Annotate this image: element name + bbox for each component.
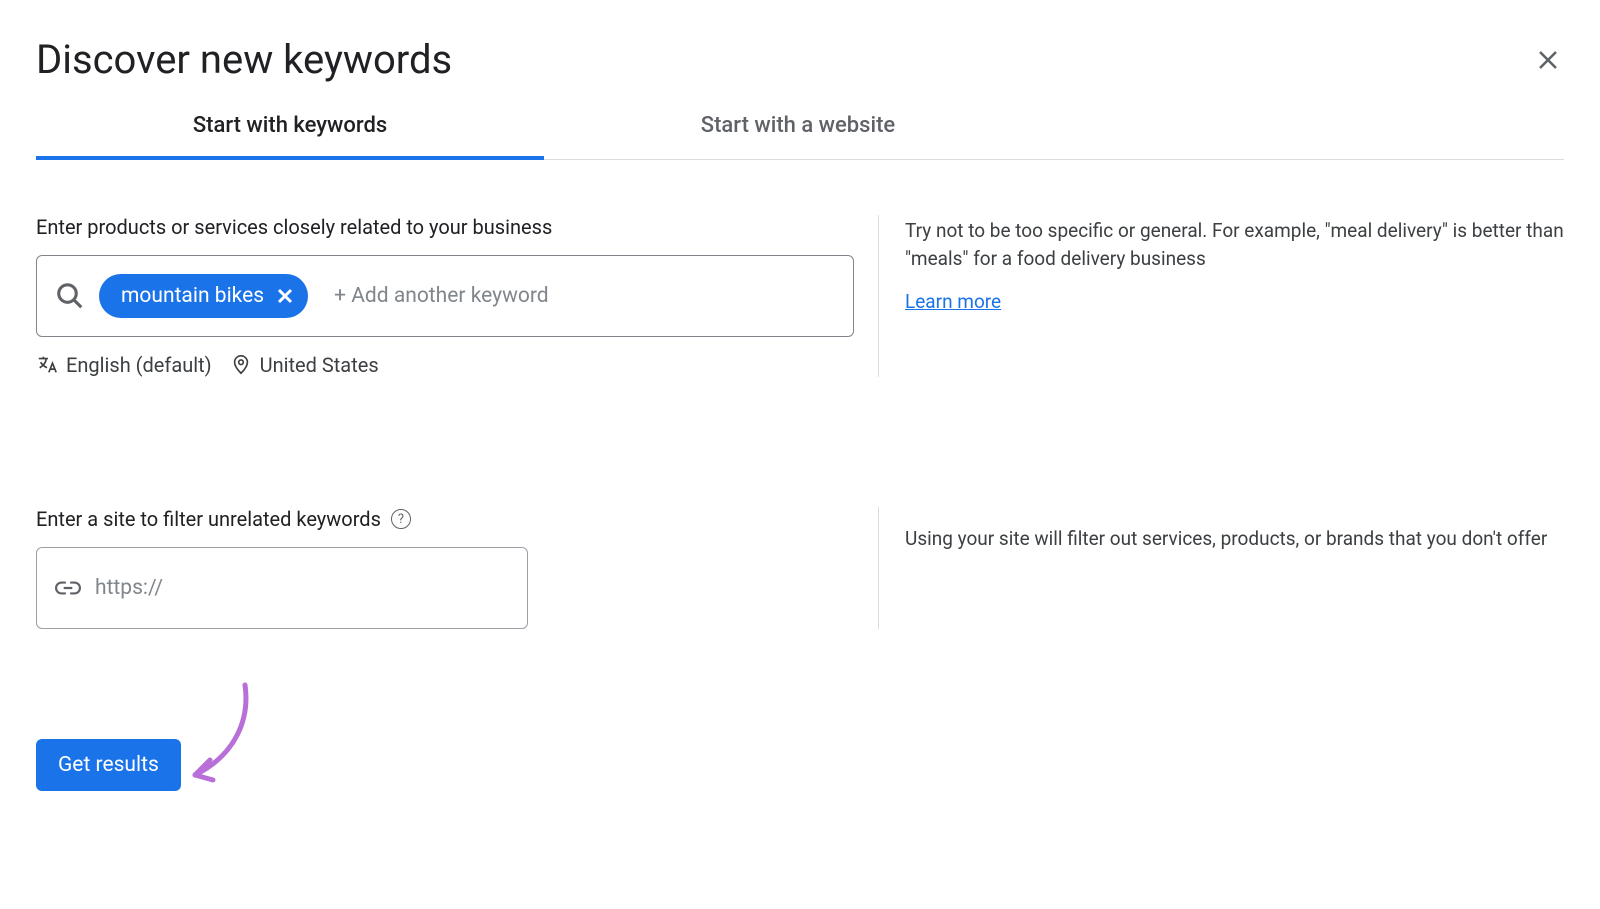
add-keyword-placeholder[interactable]: + Add another keyword bbox=[334, 284, 549, 308]
remove-chip-button[interactable] bbox=[276, 287, 294, 305]
get-results-button[interactable]: Get results bbox=[36, 739, 181, 791]
close-icon bbox=[1536, 48, 1560, 72]
tab-start-keywords[interactable]: Start with keywords bbox=[36, 113, 544, 160]
keyword-chip: mountain bikes bbox=[99, 274, 308, 318]
site-placeholder: https:// bbox=[95, 576, 163, 600]
help-icon[interactable]: ? bbox=[391, 509, 411, 529]
page-title: Discover new keywords bbox=[36, 36, 452, 83]
search-icon bbox=[55, 281, 85, 311]
location-icon bbox=[230, 354, 252, 376]
close-icon bbox=[277, 288, 293, 304]
tabs: Start with keywords Start with a website bbox=[36, 113, 1564, 160]
language-selector[interactable]: English (default) bbox=[36, 353, 212, 377]
keywords-section-label: Enter products or services closely relat… bbox=[36, 215, 842, 239]
learn-more-link[interactable]: Learn more bbox=[905, 290, 1001, 313]
tab-start-website[interactable]: Start with a website bbox=[544, 113, 1052, 159]
location-selector[interactable]: United States bbox=[230, 353, 379, 377]
link-icon bbox=[55, 575, 81, 601]
close-button[interactable] bbox=[1536, 46, 1560, 79]
keywords-hint: Try not to be too specific or general. F… bbox=[905, 217, 1564, 272]
keyword-input[interactable]: mountain bikes + Add another keyword bbox=[36, 255, 854, 337]
language-label: English (default) bbox=[66, 353, 212, 377]
keyword-chip-label: mountain bikes bbox=[121, 284, 264, 308]
filter-hint: Using your site will filter out services… bbox=[905, 525, 1564, 553]
site-input[interactable]: https:// bbox=[36, 547, 528, 629]
location-label: United States bbox=[260, 353, 379, 377]
filter-section-label: Enter a site to filter unrelated keyword… bbox=[36, 507, 381, 531]
translate-icon bbox=[36, 354, 58, 376]
